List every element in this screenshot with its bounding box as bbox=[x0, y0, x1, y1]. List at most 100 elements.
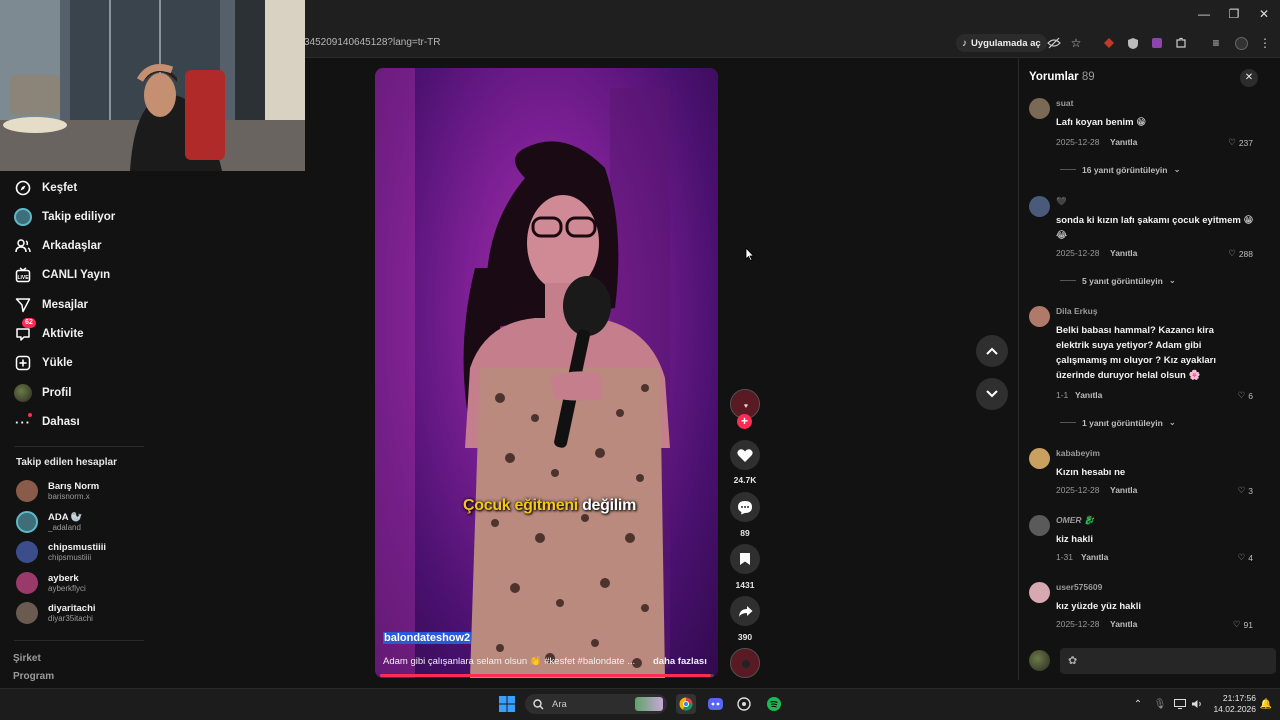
comment-like-button[interactable]: ♡ 91 bbox=[1233, 619, 1253, 630]
notification-bell-icon[interactable]: 🔔 bbox=[1256, 694, 1276, 714]
following-account[interactable]: Barış Norm barisnorm.x bbox=[16, 478, 99, 504]
webcam-overlay bbox=[0, 0, 305, 171]
comment-like-button[interactable]: ♡ 237 bbox=[1228, 137, 1253, 148]
divider bbox=[14, 640, 144, 641]
video-progress-fill bbox=[380, 674, 711, 677]
comment-username[interactable]: kababeyim bbox=[1056, 448, 1100, 458]
footer-link-program[interactable]: Program bbox=[13, 671, 54, 682]
following-accounts-title: Takip edilen hesaplar bbox=[16, 457, 117, 468]
nav-item-messages[interactable]: Mesajlar bbox=[14, 293, 88, 317]
chrome-icon[interactable] bbox=[676, 694, 696, 714]
extension-purple-icon[interactable] bbox=[1148, 34, 1166, 52]
extension-icon[interactable] bbox=[1100, 34, 1118, 52]
music-disc-icon[interactable] bbox=[730, 648, 760, 678]
following-account[interactable]: diyaritachi diyar35itachi bbox=[16, 600, 96, 626]
restore-icon[interactable]: ❐ bbox=[1226, 6, 1242, 22]
nav-item-profile[interactable]: Profil bbox=[14, 381, 71, 405]
nav-item-more[interactable]: ··· Dahası bbox=[14, 410, 80, 434]
save-button[interactable] bbox=[730, 544, 760, 574]
comment-like-button[interactable]: ♡ 6 bbox=[1238, 390, 1253, 401]
video-player[interactable] bbox=[375, 68, 718, 678]
nav-item-following[interactable]: Takip ediliyor bbox=[14, 205, 115, 229]
nav-item-friends[interactable]: Arkadaşlar bbox=[14, 234, 101, 258]
following-account[interactable]: ADA 🦭 _adaland bbox=[16, 509, 83, 535]
game-launcher-icon[interactable] bbox=[734, 694, 754, 714]
reply-button[interactable]: Yanıtla bbox=[1075, 390, 1102, 400]
view-replies-button[interactable]: 1 yanıt görüntüleyin ⌄ bbox=[1060, 417, 1176, 428]
follow-plus-button[interactable]: + bbox=[737, 414, 752, 429]
nav-label: Keşfet bbox=[42, 182, 78, 194]
tray-chevron-up-icon[interactable]: ⌃ bbox=[1128, 694, 1148, 714]
avatar bbox=[16, 572, 38, 594]
comment-input[interactable]: ✿ bbox=[1060, 648, 1276, 674]
url-text[interactable]: 345209140645128?lang=tr-TR bbox=[304, 37, 441, 48]
reply-button[interactable]: Yanıtla bbox=[1110, 137, 1137, 147]
following-account[interactable]: chipsmustiiii chipsmustiiii bbox=[16, 539, 106, 565]
comment-text: sonda ki kızın lafı şakamı çocuk eyitmem… bbox=[1056, 215, 1254, 241]
minimize-icon[interactable]: — bbox=[1196, 6, 1212, 22]
search-highlight-image bbox=[635, 697, 663, 711]
puzzle-icon[interactable] bbox=[1172, 34, 1190, 52]
chevron-down-icon: ⌄ bbox=[1168, 417, 1176, 427]
avatar[interactable] bbox=[1029, 448, 1050, 469]
windows-start-icon[interactable] bbox=[497, 694, 517, 714]
friends-icon bbox=[14, 237, 32, 255]
comment-username[interactable]: Dila Erkuş bbox=[1056, 306, 1098, 316]
like-button[interactable] bbox=[730, 440, 760, 470]
comment-username[interactable]: user575609 bbox=[1056, 582, 1102, 592]
microphone-icon[interactable]: 🎙 bbox=[1150, 694, 1170, 714]
spotify-icon[interactable] bbox=[764, 694, 784, 714]
avatar[interactable] bbox=[1029, 306, 1050, 327]
bookmark-star-icon[interactable]: ☆ bbox=[1067, 34, 1085, 52]
reply-button[interactable]: Yanıtla bbox=[1110, 485, 1137, 495]
avatar[interactable] bbox=[1029, 98, 1050, 119]
reply-button[interactable]: Yanıtla bbox=[1110, 248, 1137, 258]
nav-item-activity[interactable]: 62 Aktivite bbox=[14, 318, 84, 346]
playlist-icon[interactable]: ≡ bbox=[1207, 34, 1225, 52]
comment-date: 2025-12-28 bbox=[1056, 485, 1100, 495]
comment-text: kız yüzde yüz hakli bbox=[1056, 601, 1141, 612]
close-comments-button[interactable]: ✕ bbox=[1240, 69, 1258, 87]
nav-item-live[interactable]: LIVE CANLI Yayın bbox=[14, 263, 110, 287]
reply-button[interactable]: Yanıtla bbox=[1110, 619, 1137, 629]
previous-video-button[interactable] bbox=[976, 335, 1008, 367]
sticker-icon[interactable]: ✿ bbox=[1068, 654, 1077, 667]
live-icon: LIVE bbox=[14, 266, 32, 284]
view-replies-button[interactable]: 16 yanıt görüntüleyin ⌄ bbox=[1060, 164, 1181, 175]
taskbar-clock[interactable]: 21:17:56 14.02.2026 bbox=[1208, 693, 1256, 715]
profile-avatar-icon[interactable] bbox=[1232, 34, 1250, 52]
avatar[interactable] bbox=[1029, 196, 1050, 217]
nav-item-upload[interactable]: Yükle bbox=[14, 351, 73, 375]
following-account[interactable]: ayberk ayberkflyci bbox=[16, 570, 86, 596]
comment-like-button[interactable]: ♡ 288 bbox=[1228, 248, 1253, 259]
next-video-button[interactable] bbox=[976, 378, 1008, 410]
description-more-link[interactable]: daha fazlası bbox=[653, 656, 707, 667]
shield-icon[interactable] bbox=[1124, 34, 1142, 52]
activity-icon: 62 bbox=[14, 318, 36, 343]
comment-username[interactable]: 🖤 bbox=[1056, 196, 1067, 207]
avatar[interactable] bbox=[1029, 515, 1050, 536]
close-window-icon[interactable]: ✕ bbox=[1256, 6, 1272, 22]
comment-button[interactable] bbox=[730, 492, 760, 522]
footer-link-company[interactable]: Şirket bbox=[13, 653, 41, 664]
eye-off-icon[interactable] bbox=[1045, 34, 1063, 52]
taskbar-search[interactable]: Ara bbox=[525, 694, 667, 714]
close-icon: ✕ bbox=[1244, 72, 1254, 83]
open-in-app-button[interactable]: ♪ Uygulamada aç bbox=[956, 34, 1047, 52]
view-replies-button[interactable]: 5 yanıt görüntüleyin ⌄ bbox=[1060, 275, 1176, 286]
comment-like-button[interactable]: ♡ 3 bbox=[1238, 485, 1253, 496]
nav-item-explore[interactable]: Keşfet bbox=[14, 176, 77, 200]
comment-username[interactable]: OMER 🐉 bbox=[1056, 515, 1094, 526]
comment-username[interactable]: suat bbox=[1056, 98, 1073, 108]
reply-button[interactable]: Yanıtla bbox=[1081, 552, 1108, 562]
comment-item: user575609 kız yüzde yüz hakli 2025-12-2… bbox=[1029, 582, 1257, 634]
video-username[interactable]: balondateshow2 bbox=[383, 632, 472, 644]
comment-like-count: 91 bbox=[1243, 619, 1253, 630]
share-button[interactable] bbox=[730, 596, 760, 626]
avatar[interactable] bbox=[1029, 582, 1050, 603]
kebab-menu-icon[interactable]: ⋮ bbox=[1256, 34, 1274, 52]
nav-label: Profil bbox=[42, 387, 72, 399]
comment-like-button[interactable]: ♡ 4 bbox=[1238, 552, 1253, 563]
discord-icon[interactable] bbox=[705, 694, 725, 714]
volume-icon[interactable] bbox=[1187, 694, 1207, 714]
